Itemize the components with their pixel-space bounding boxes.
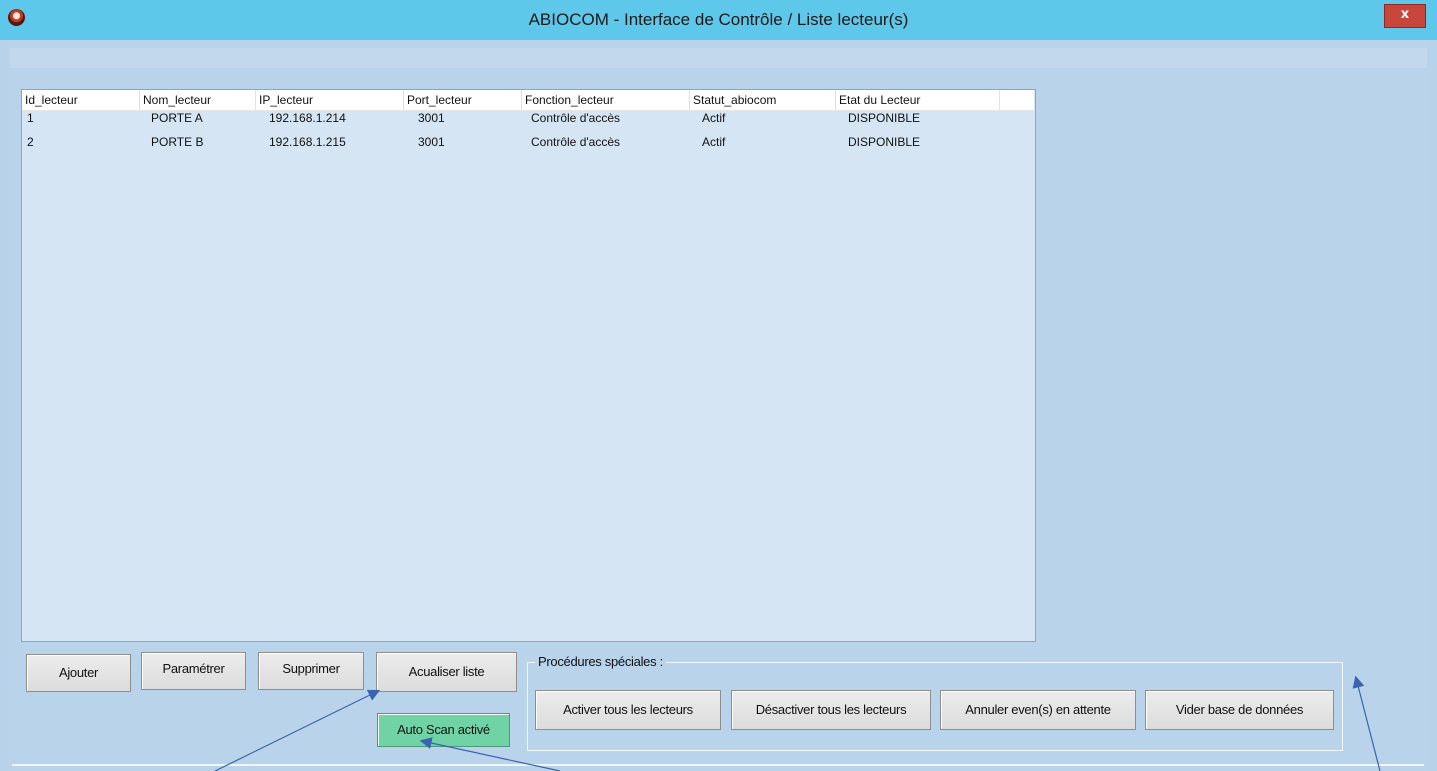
annotation-arrow-autoscan (419, 737, 561, 771)
annotation-arrow-refresh (214, 689, 381, 771)
annotation-arrow-special (1352, 675, 1381, 771)
annotation-arrows (214, 675, 1381, 771)
